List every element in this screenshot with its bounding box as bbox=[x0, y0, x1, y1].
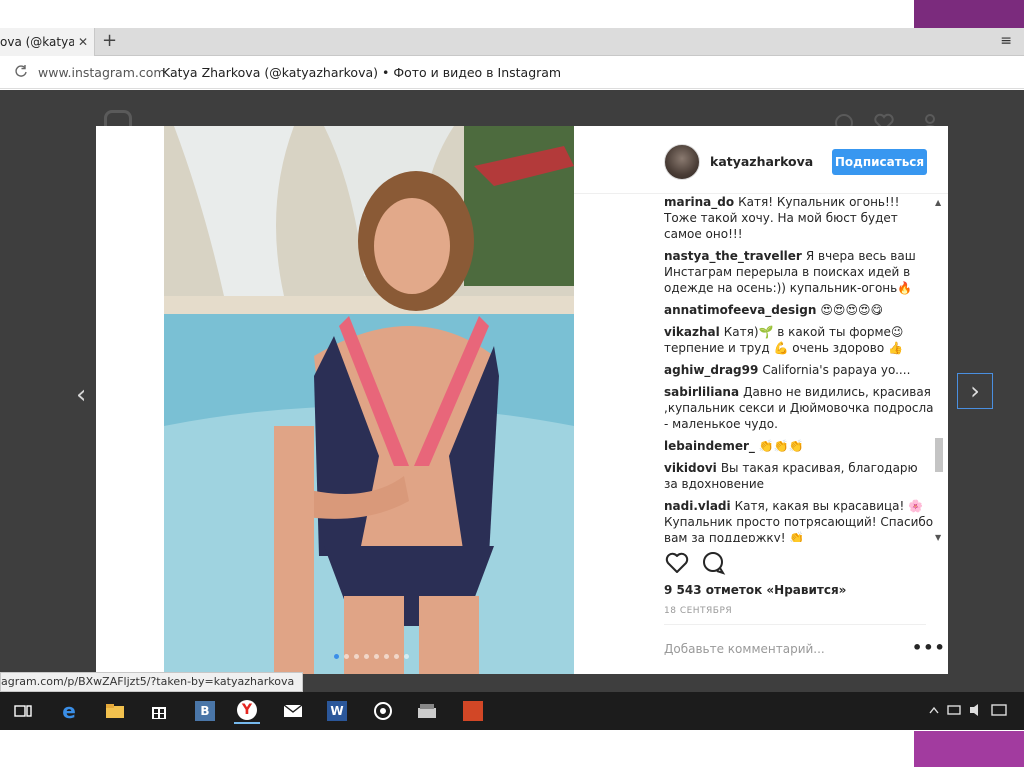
scanner-icon[interactable] bbox=[414, 698, 440, 724]
scroll-up-icon[interactable]: ▲ bbox=[935, 198, 941, 207]
list-item: vikidovi Вы такая красивая, благодарю за … bbox=[664, 460, 934, 492]
list-item: nastya_the_traveller Я вчера весь ваш Инс… bbox=[664, 248, 934, 296]
new-tab-button[interactable]: + bbox=[102, 30, 117, 52]
address-bar[interactable]: www.instagram.com Katya Zharkova (@katya… bbox=[0, 57, 1024, 89]
list-item: aghiw_drag99 California's papaya yo.... bbox=[664, 362, 934, 378]
comment-author[interactable]: lebaindemer_ bbox=[664, 439, 755, 453]
mail-icon[interactable] bbox=[280, 698, 306, 724]
vk-icon[interactable]: B bbox=[192, 698, 218, 724]
post-actions bbox=[664, 550, 934, 578]
media-player-icon[interactable] bbox=[370, 698, 396, 724]
comment-author[interactable]: vikidovi bbox=[664, 461, 717, 475]
post-photo[interactable] bbox=[164, 126, 574, 674]
comment-bubble-icon[interactable] bbox=[700, 550, 726, 576]
presentation-icon[interactable] bbox=[460, 698, 486, 724]
comments-scrollbar[interactable]: ▲ ▼ bbox=[934, 198, 944, 542]
divider bbox=[664, 624, 926, 625]
comment-text: 😍😍😍😍😋 bbox=[820, 303, 883, 317]
carousel-dots[interactable] bbox=[334, 654, 409, 659]
slide-accent-top bbox=[914, 0, 1024, 28]
taskbar: e B Y W bbox=[0, 692, 1024, 730]
comment-text: 👏👏👏 bbox=[758, 439, 804, 453]
username[interactable]: katyazharkova bbox=[710, 154, 813, 169]
edge-browser-icon[interactable]: e bbox=[56, 698, 82, 724]
word-icon[interactable]: W bbox=[324, 698, 350, 724]
yandex-browser-icon[interactable]: Y bbox=[234, 698, 260, 724]
list-item: nadi.vladi Катя, какая вы красавица! 🌸 Ку… bbox=[664, 498, 934, 542]
post-details-panel: katyazharkova Подписаться marina_do Катя!… bbox=[574, 126, 948, 674]
comment-author[interactable]: aghiw_drag99 bbox=[664, 363, 758, 377]
comments-list[interactable]: marina_do Катя! Купальник огонь!!! Тоже т… bbox=[664, 194, 934, 542]
list-item: vikazhal Катя)🌱 в какой ты форме😉 терпени… bbox=[664, 324, 934, 356]
page-title: Katya Zharkova (@katyazharkova) • Фото и… bbox=[162, 65, 562, 80]
tab-bar: ova (@katyazt ✕ + ≡ bbox=[0, 28, 1024, 56]
menu-icon[interactable]: ≡ bbox=[1000, 33, 1012, 49]
tab-title: ova (@katyazt bbox=[0, 35, 74, 49]
browser-tab[interactable]: ova (@katyazt ✕ bbox=[0, 28, 95, 56]
comment-author[interactable]: nadi.vladi bbox=[664, 499, 731, 513]
url-text[interactable]: www.instagram.com bbox=[38, 65, 166, 80]
scroll-down-icon[interactable]: ▼ bbox=[935, 533, 941, 542]
list-item: lebaindemer_ 👏👏👏 bbox=[664, 438, 934, 454]
list-item: marina_do Катя! Купальник огонь!!! Тоже т… bbox=[664, 194, 934, 242]
task-view-icon[interactable] bbox=[10, 698, 36, 724]
list-item: sabirliliana Давно не видились, красивая … bbox=[664, 384, 934, 432]
likes-count[interactable]: 9 543 отметок «Нравится» bbox=[664, 583, 846, 597]
scrollbar-thumb[interactable] bbox=[935, 438, 943, 472]
post-modal: katyazharkova Подписаться marina_do Катя!… bbox=[96, 126, 948, 674]
comment-author[interactable]: vikazhal bbox=[664, 325, 720, 339]
close-tab-icon[interactable]: ✕ bbox=[78, 28, 88, 56]
more-options-icon[interactable]: ••• bbox=[912, 638, 946, 657]
slide-accent-bottom bbox=[914, 731, 1024, 767]
comment-author[interactable]: sabirliliana bbox=[664, 385, 739, 399]
comment-author[interactable]: annatimofeeva_design bbox=[664, 303, 816, 317]
photo-area bbox=[96, 126, 574, 674]
post-date: 18 СЕНТЯБРЯ bbox=[664, 606, 733, 616]
comment-author[interactable]: nastya_the_traveller bbox=[664, 249, 802, 263]
comment-author[interactable]: marina_do bbox=[664, 195, 734, 209]
follow-button[interactable]: Подписаться bbox=[832, 149, 927, 175]
previous-post-arrow-icon[interactable]: ‹ bbox=[76, 380, 86, 410]
avatar[interactable] bbox=[664, 144, 700, 180]
screenshot: ova (@katyazt ✕ + ≡ www.instagram.com Ka… bbox=[0, 0, 1024, 767]
comment-text: California's papaya yo.... bbox=[762, 363, 911, 377]
next-post-arrow-icon[interactable]: › bbox=[957, 373, 993, 409]
file-explorer-icon[interactable] bbox=[102, 698, 128, 724]
status-link: agram.com/p/BXwZAFljzt5/?taken-by=katyaz… bbox=[0, 672, 304, 692]
list-item: annatimofeeva_design 😍😍😍😍😋 bbox=[664, 302, 934, 318]
post-header: katyazharkova Подписаться bbox=[574, 126, 948, 194]
heart-icon[interactable] bbox=[664, 550, 690, 576]
store-icon[interactable] bbox=[146, 698, 172, 724]
system-tray[interactable] bbox=[928, 702, 1010, 722]
reload-icon[interactable] bbox=[14, 64, 28, 82]
add-comment-input[interactable]: Добавьте комментарий... bbox=[664, 642, 825, 656]
